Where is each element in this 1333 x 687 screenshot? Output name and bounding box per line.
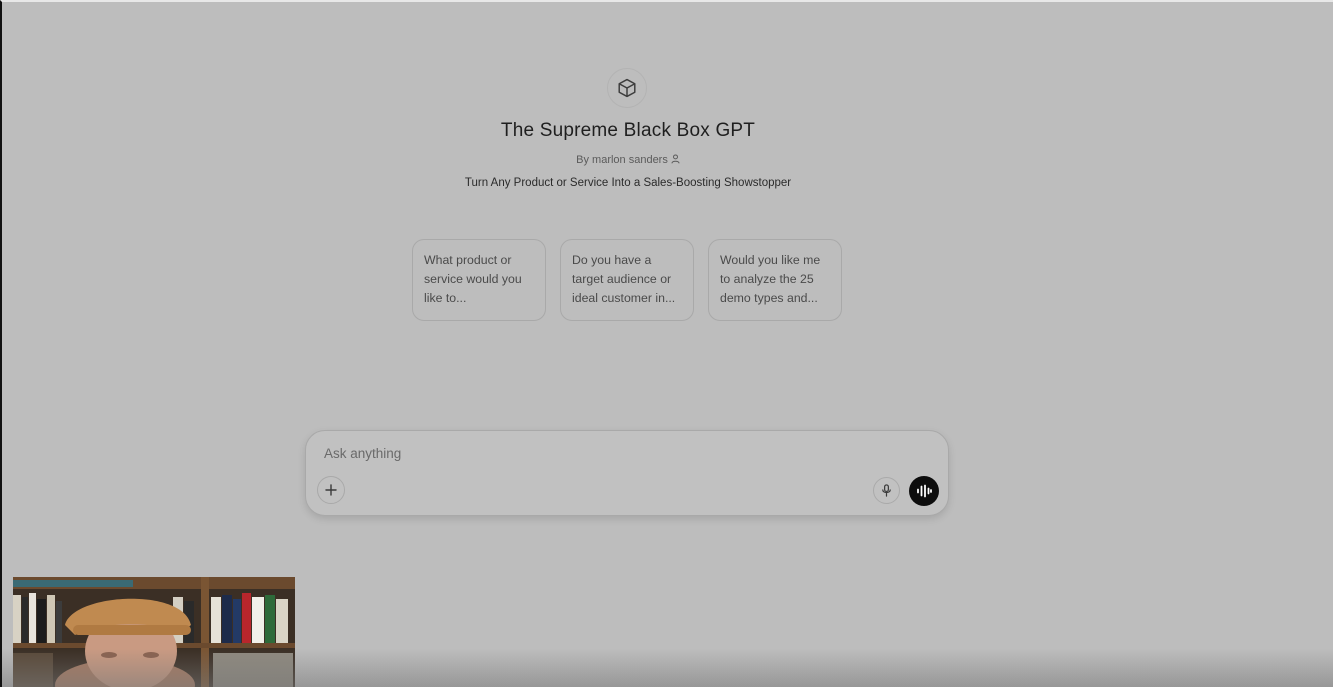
message-input[interactable] [322, 445, 886, 462]
message-composer [305, 430, 949, 516]
gpt-author-label[interactable]: By marlon sanders [576, 154, 668, 166]
person-icon [671, 154, 680, 167]
gpt-author[interactable]: By marlon sanders [2, 154, 1254, 167]
chatgpt-window: The Supreme Black Box GPT By marlon sand… [0, 0, 1333, 687]
bottom-fade [2, 649, 1333, 687]
gpt-avatar [607, 68, 647, 108]
voice-mode-icon [917, 484, 932, 498]
conversation-starter[interactable]: What product or service would you like t… [412, 239, 546, 321]
microphone-icon [882, 484, 891, 497]
gpt-title: The Supreme Black Box GPT [500, 120, 756, 141]
plus-icon [325, 484, 337, 496]
voice-mode-button[interactable] [909, 476, 939, 506]
cube-icon [618, 78, 636, 98]
conversation-starter[interactable]: Do you have a target audience or ideal c… [560, 239, 694, 321]
add-attachment-button[interactable] [317, 476, 345, 504]
conversation-starter[interactable]: Would you like me to analyze the 25 demo… [708, 239, 842, 321]
dictate-button[interactable] [873, 477, 900, 504]
conversation-starters: What product or service would you like t… [412, 239, 842, 321]
gpt-description: Turn Any Product or Service Into a Sales… [464, 177, 792, 189]
